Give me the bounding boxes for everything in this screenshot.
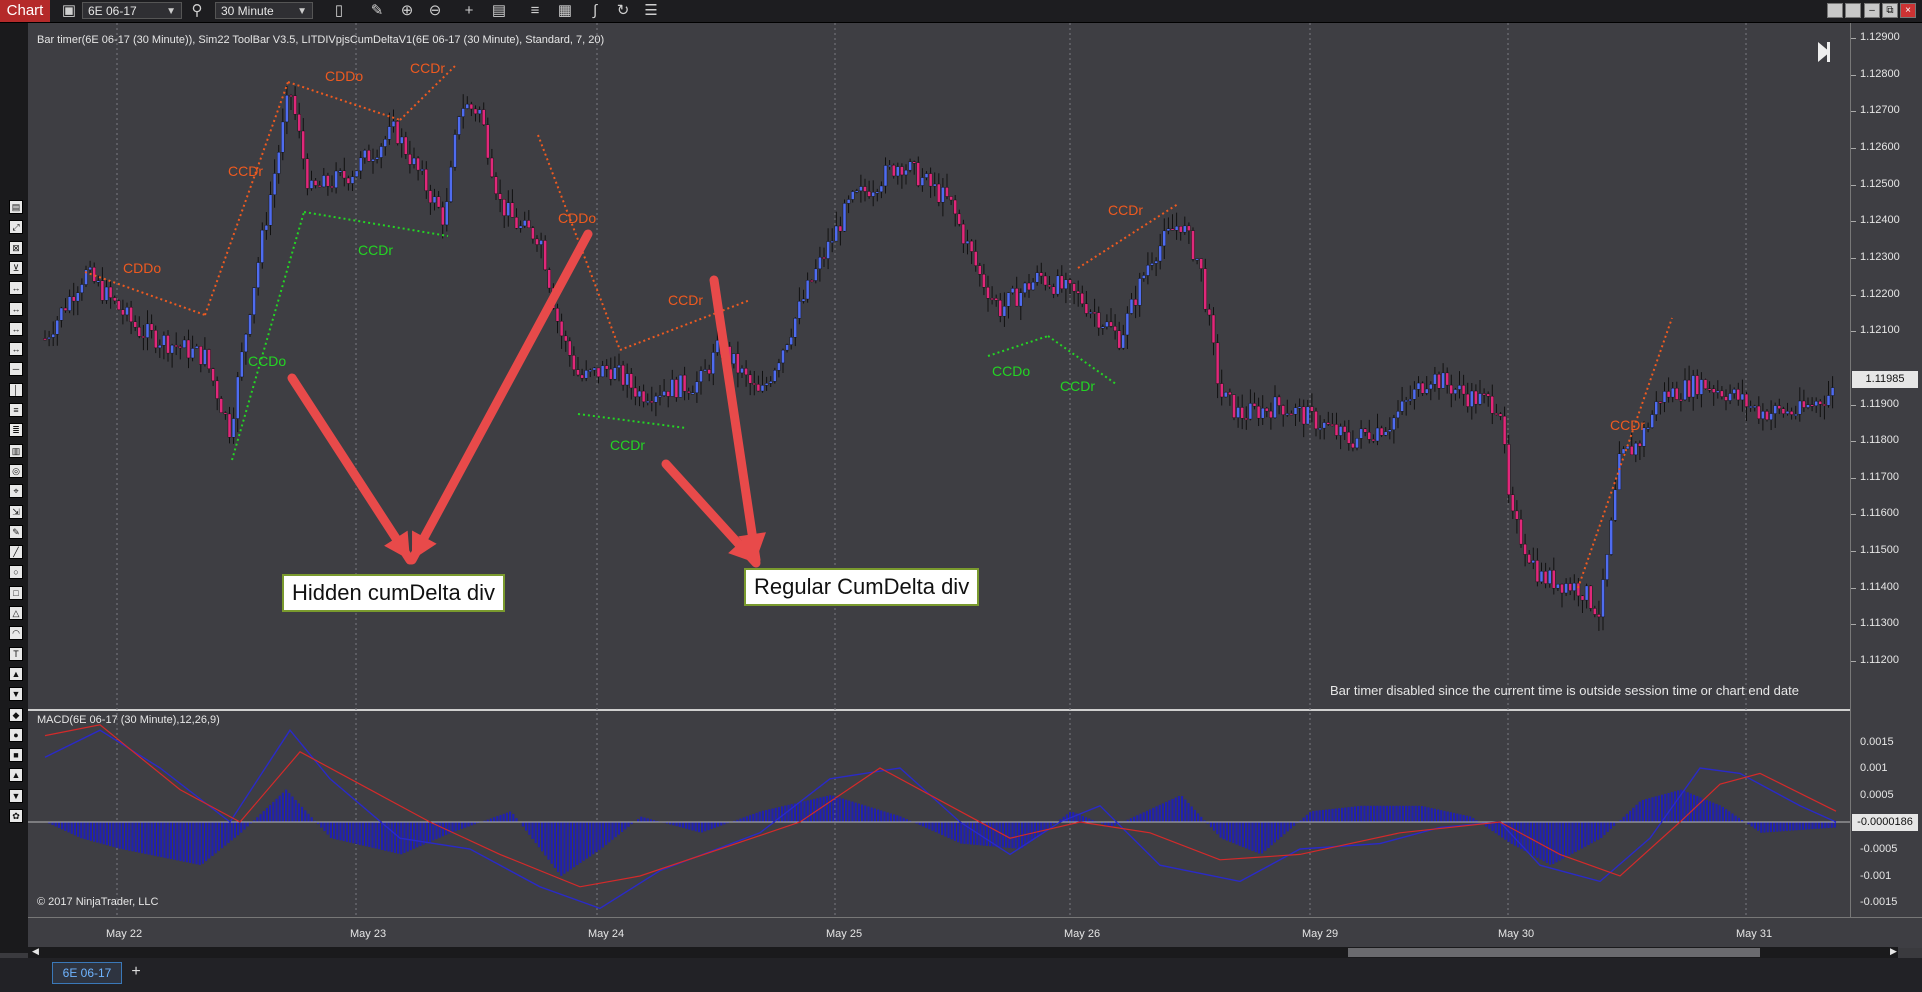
copyright: © 2017 NinjaTrader, LLC <box>37 896 159 908</box>
date-tick-label: May 23 <box>350 928 387 940</box>
price-tick-label: 1.12400 <box>1860 214 1900 227</box>
candlestick-series <box>43 85 1835 631</box>
price-tick-mark <box>1851 331 1856 333</box>
date-tick-label: May 25 <box>826 928 863 940</box>
date-tick-label: May 29 <box>1302 928 1339 940</box>
price-tick-label: 1.12800 <box>1860 67 1900 80</box>
price-tick-mark <box>1851 441 1856 443</box>
macd-histogram <box>48 789 1836 876</box>
scroll-left-icon[interactable]: ◀ <box>32 946 39 957</box>
price-tick-label: 1.11400 <box>1860 580 1899 593</box>
div-label: CCDr <box>610 437 645 453</box>
price-tick-label: 1.11900 <box>1860 397 1899 410</box>
price-tick-label: 1.12900 <box>1860 31 1900 43</box>
price-tick-mark <box>1851 111 1856 113</box>
div-label: CDDo <box>325 68 364 84</box>
macd-line <box>44 729 1837 910</box>
div-label: CCDr <box>668 292 703 308</box>
macd-tick-label: 0.001 <box>1860 762 1888 774</box>
macd-value-marker: -0.0000186 <box>1852 814 1918 831</box>
date-tick-label: May 30 <box>1498 928 1535 940</box>
hidden-div-callout: Hidden cumDelta div <box>282 574 505 612</box>
price-tick-mark <box>1851 294 1856 296</box>
price-tick-mark <box>1851 74 1856 76</box>
price-tick-mark <box>1851 514 1856 516</box>
price-tick-label: 1.11500 <box>1860 544 1899 557</box>
price-tick-label: 1.11300 <box>1860 617 1899 630</box>
current-price-marker: 1.11985 <box>1852 371 1918 388</box>
price-tick-label: 1.11800 <box>1860 434 1899 447</box>
price-tick-mark <box>1851 404 1856 406</box>
div-label: CCDr <box>1108 202 1143 218</box>
divergence-lines <box>84 65 1673 589</box>
price-tick-mark <box>1851 221 1856 223</box>
price-tick-mark <box>1851 257 1856 259</box>
price-tick-mark <box>1851 147 1856 149</box>
div-label: CCDr <box>358 242 393 258</box>
div-label: CCDr <box>1610 417 1645 433</box>
price-tick-label: 1.12700 <box>1860 104 1900 117</box>
price-tick-label: 1.12600 <box>1860 140 1900 153</box>
price-tick-mark <box>1851 184 1856 186</box>
date-tick-label: May 26 <box>1064 928 1101 940</box>
div-label: CCDo <box>992 363 1031 379</box>
price-tick-label: 1.11600 <box>1860 507 1899 520</box>
macd-tick-label: -0.001 <box>1860 870 1892 882</box>
play-icon-bar <box>1827 42 1830 62</box>
div-label: CCDr <box>1060 378 1095 394</box>
price-tick-mark <box>1851 38 1856 39</box>
chart-canvas <box>28 23 1850 917</box>
regular-div-callout: Regular CumDelta div <box>744 568 980 606</box>
price-tick-label: 1.11700 <box>1860 470 1899 483</box>
price-tick-label: 1.12100 <box>1860 324 1900 337</box>
callout-arrows <box>287 229 766 568</box>
price-tick-label: 1.12500 <box>1860 177 1900 190</box>
signal-line <box>44 724 1837 888</box>
date-tick-label: May 31 <box>1736 928 1773 940</box>
date-tick-label: May 24 <box>588 928 625 940</box>
price-tick-label: 1.12200 <box>1860 287 1900 300</box>
add-tab-button[interactable]: + <box>124 962 148 982</box>
div-label: CCDr <box>228 163 263 179</box>
macd-legend: MACD(6E 06-17 (30 Minute),12,26,9) <box>37 714 220 726</box>
price-tick-mark <box>1851 661 1856 663</box>
div-label: CDDo <box>123 260 162 276</box>
tab-6e-06-17[interactable]: 6E 06-17 <box>52 962 122 984</box>
div-label: CCDr <box>410 60 445 76</box>
scrollbar-thumb[interactable] <box>1348 948 1760 957</box>
date-tick-label: May 22 <box>106 928 143 940</box>
indicator-legend: Bar timer(6E 06-17 (30 Minute)), Sim22 T… <box>37 34 605 46</box>
price-tick-label: 1.12300 <box>1860 250 1900 263</box>
bar-timer-message: Bar timer disabled since the current tim… <box>1330 683 1799 698</box>
price-tick-mark <box>1851 477 1856 479</box>
price-tick-label: 1.11200 <box>1860 654 1899 667</box>
macd-tick-label: 0.0015 <box>1860 736 1894 748</box>
div-label: CCDo <box>248 353 287 369</box>
price-tick-mark <box>1851 587 1856 589</box>
price-tick-mark <box>1851 551 1856 553</box>
div-label: CDDo <box>558 210 597 226</box>
price-tick-mark <box>1851 624 1856 626</box>
bottom-tab-bar <box>0 958 1922 992</box>
scroll-right-icon[interactable]: ▶ <box>1890 946 1897 957</box>
macd-tick-label: 0.0005 <box>1860 789 1894 801</box>
macd-tick-label: -0.0015 <box>1860 896 1898 908</box>
macd-tick-label: -0.0005 <box>1860 843 1898 855</box>
